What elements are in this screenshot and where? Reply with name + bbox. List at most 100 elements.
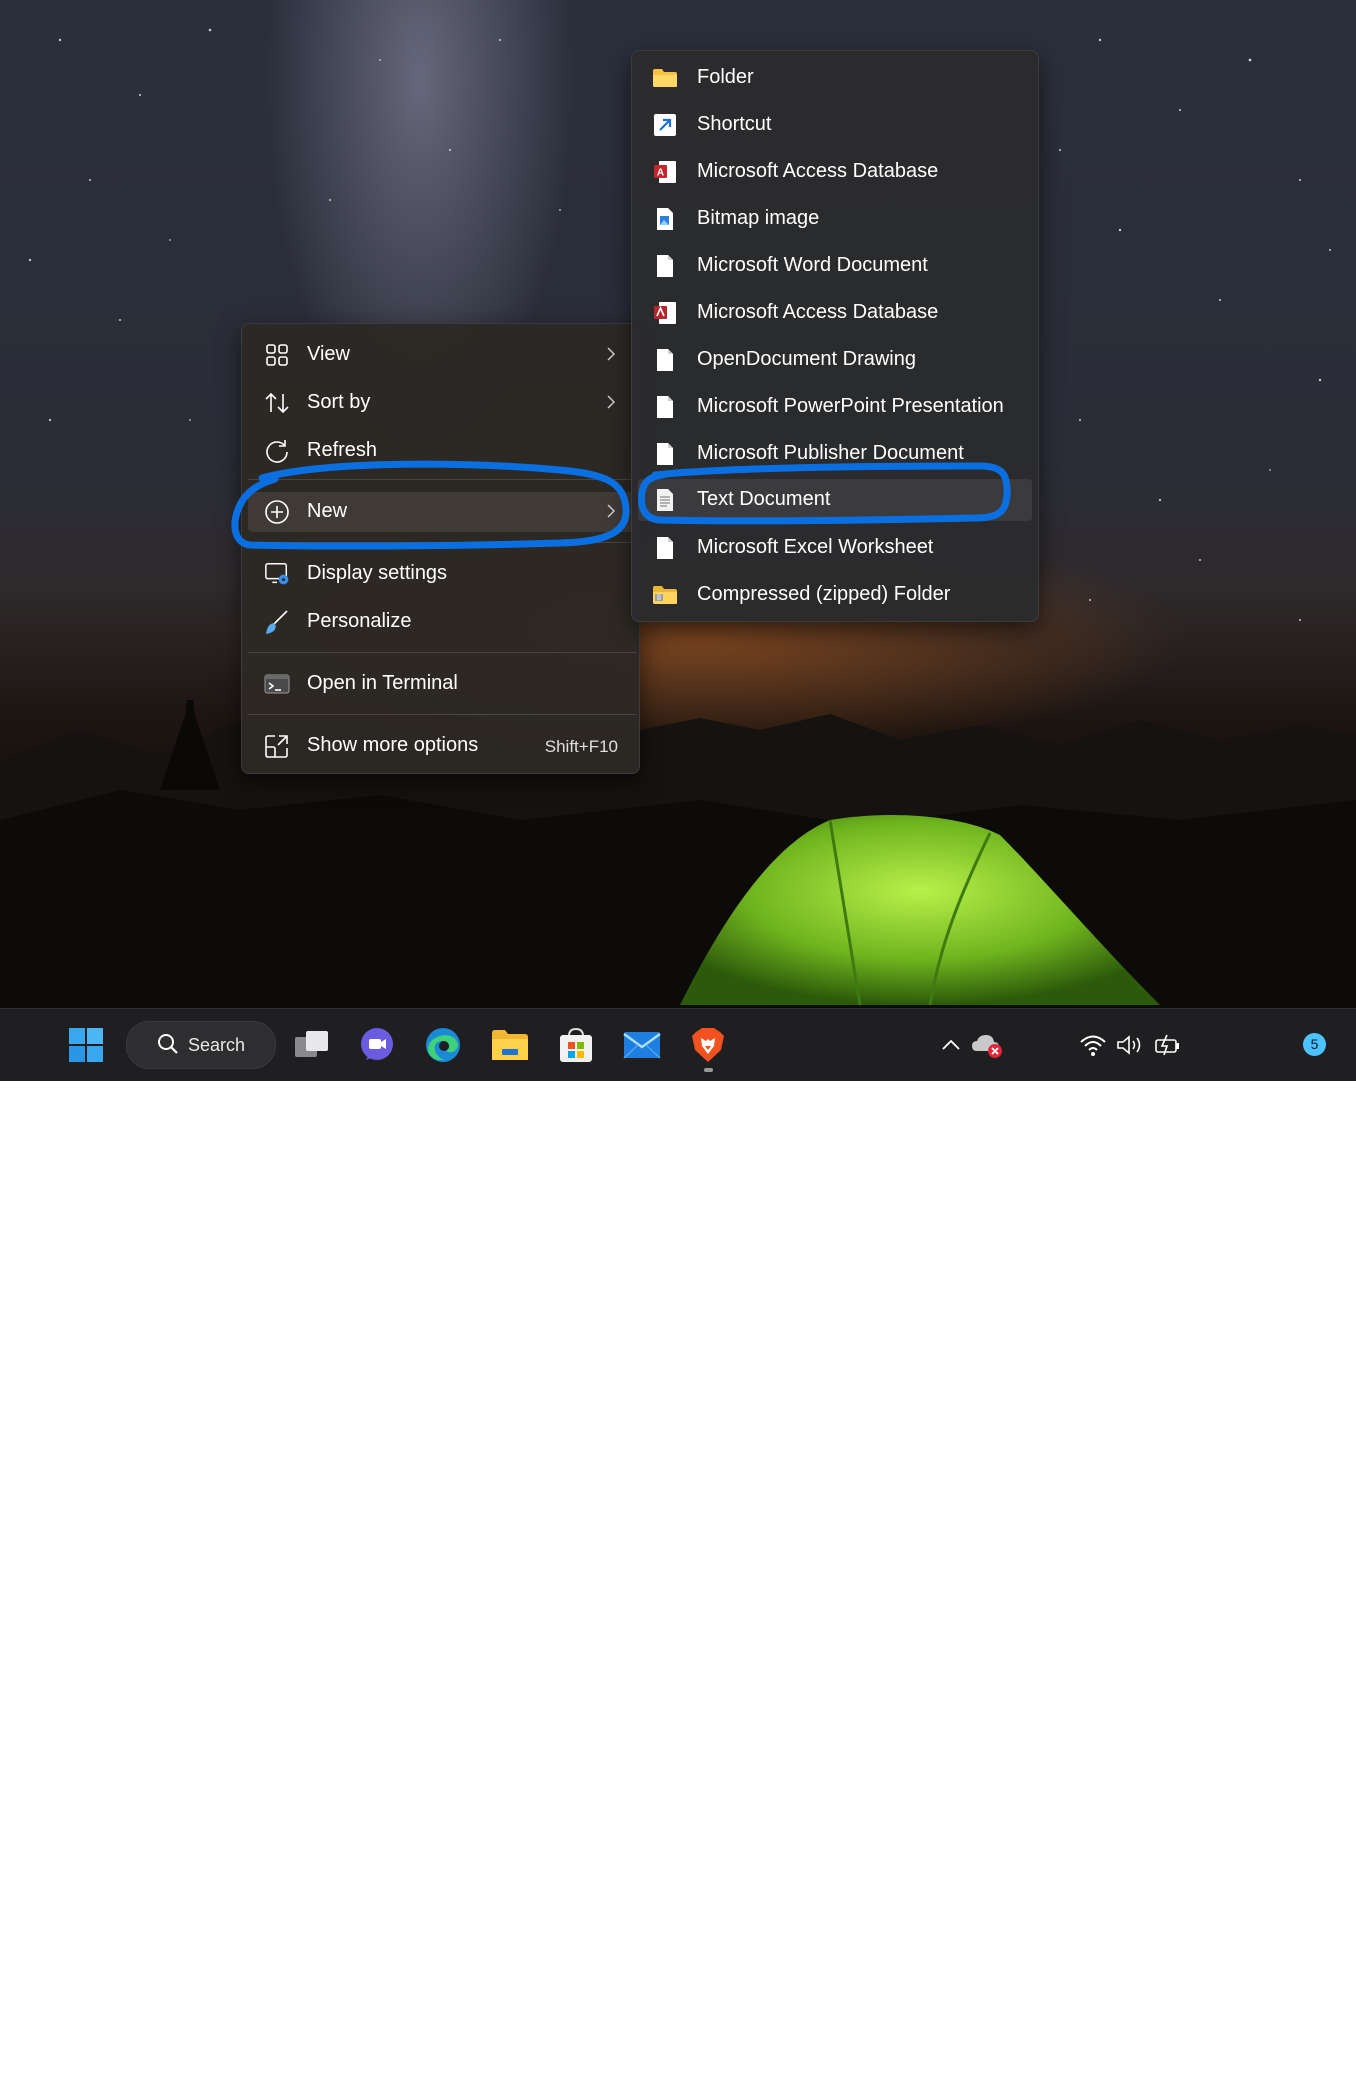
menu-item-sort-by[interactable]: Sort by	[248, 383, 633, 423]
wifi-icon	[1080, 1035, 1106, 1056]
new-submenu: Folder Shortcut A Microsoft Access Datab…	[631, 50, 1039, 622]
mail-icon	[623, 1032, 661, 1059]
menu-item-personalize[interactable]: Personalize	[248, 602, 633, 642]
submenu-item-bitmap-image[interactable]: Bitmap image	[638, 198, 1032, 240]
brave-icon	[692, 1028, 724, 1062]
language-code: ENG	[1018, 2032, 1058, 2052]
task-view-button[interactable]	[292, 1025, 332, 1065]
start-button[interactable]	[66, 1025, 106, 1065]
language-indicator[interactable]: ENG IN	[1016, 2032, 1060, 2076]
battery-charging-icon	[1155, 1034, 1179, 1056]
shortcut-icon	[652, 112, 678, 138]
submenu-item-opendocument-drawing[interactable]: OpenDocument Drawing	[638, 339, 1032, 381]
menu-item-label: Sort by	[307, 391, 371, 413]
submenu-item-label: OpenDocument Drawing	[697, 348, 916, 370]
region-code: IN	[1029, 2055, 1047, 2075]
onedrive-error-icon	[972, 1035, 1002, 1058]
chevron-right-icon	[607, 347, 616, 361]
submenu-item-label: Microsoft Word Document	[697, 254, 928, 276]
chevron-right-icon	[607, 395, 616, 409]
submenu-item-folder[interactable]: Folder	[638, 57, 1032, 99]
clock-time: 11:52 AM	[1239, 2030, 1314, 2050]
document-icon	[652, 394, 678, 420]
clock-date: 12/17/2022	[1223, 2054, 1314, 2074]
access-icon	[652, 300, 678, 326]
taskbar-search[interactable]: Search	[126, 1021, 276, 1069]
menu-item-label: Refresh	[307, 439, 378, 461]
submenu-item-excel-worksheet[interactable]: Microsoft Excel Worksheet	[638, 527, 1032, 569]
glowing-tent	[680, 815, 1160, 1006]
menu-item-label: Open in Terminal	[307, 672, 458, 694]
search-label: Search	[188, 1035, 246, 1055]
svg-text:A: A	[657, 168, 664, 179]
submenu-item-label: Microsoft Publisher Document	[697, 442, 964, 464]
file-explorer-button[interactable]	[490, 1025, 530, 1065]
submenu-item-label: Bitmap image	[697, 207, 820, 229]
bitmap-icon	[652, 206, 678, 232]
submenu-item-label: Microsoft Access Database	[697, 160, 939, 182]
submenu-item-compressed-folder[interactable]: Compressed (zipped) Folder	[638, 574, 1032, 616]
submenu-item-access-database[interactable]: A Microsoft Access Database	[638, 151, 1032, 193]
volume-icon	[1117, 1035, 1141, 1055]
menu-separator	[248, 652, 637, 653]
submenu-item-powerpoint-presentation[interactable]: Microsoft PowerPoint Presentation	[638, 386, 1032, 428]
menu-item-open-in-terminal[interactable]: Open in Terminal	[248, 664, 633, 704]
zip-folder-icon	[652, 582, 678, 608]
menu-separator	[248, 542, 637, 543]
start-icon	[69, 1028, 103, 1062]
document-icon	[652, 347, 678, 373]
show-hidden-icons-button[interactable]	[931, 1025, 971, 1065]
document-icon	[652, 441, 678, 467]
notification-badge[interactable]: 5	[1303, 1033, 1326, 1056]
refresh-icon	[264, 439, 290, 463]
menu-item-label: New	[307, 500, 348, 522]
grid-icon	[264, 343, 290, 367]
terminal-icon	[264, 672, 290, 696]
menu-separator	[248, 479, 637, 480]
menu-item-label: Display settings	[307, 562, 448, 584]
menu-item-view[interactable]: View	[248, 335, 633, 375]
file-explorer-icon	[492, 1030, 528, 1060]
teams-chat-button[interactable]	[357, 1025, 397, 1065]
chevron-up-icon	[942, 1039, 960, 1050]
submenu-item-shortcut[interactable]: Shortcut	[638, 104, 1032, 146]
menu-item-label: View	[307, 343, 350, 365]
desktop-context-menu: View Sort by Refresh New Display setting…	[241, 323, 640, 774]
brush-icon	[264, 610, 290, 635]
submenu-item-label: Microsoft Excel Worksheet	[697, 536, 934, 558]
store-icon	[560, 1027, 592, 1062]
taskbar: Search ENG IN 11:52 AM 12/17/2022	[0, 1008, 1356, 2075]
text-document-icon	[652, 487, 678, 513]
document-icon	[652, 253, 678, 279]
submenu-item-access-database-2[interactable]: Microsoft Access Database	[638, 292, 1032, 334]
task-view-icon	[295, 1031, 328, 1057]
mail-button[interactable]	[622, 1025, 662, 1065]
quick-settings-button[interactable]	[1076, 1025, 1186, 1065]
submenu-item-word-document[interactable]: Microsoft Word Document	[638, 245, 1032, 287]
folder-icon	[652, 65, 678, 91]
submenu-item-label: Text Document	[697, 488, 831, 510]
brave-button[interactable]	[688, 1025, 728, 1065]
submenu-item-publisher-document[interactable]: Microsoft Publisher Document	[638, 433, 1032, 475]
access-icon: A	[652, 159, 678, 185]
edge-button[interactable]	[423, 1025, 463, 1065]
chevron-right-icon	[607, 504, 616, 518]
running-app-indicator	[704, 1068, 713, 1072]
store-button[interactable]	[556, 1025, 596, 1065]
onedrive-status-button[interactable]	[968, 1025, 1008, 1065]
document-icon	[652, 535, 678, 561]
menu-item-label: Personalize	[307, 610, 412, 632]
menu-item-show-more-options[interactable]: Show more options Shift+F10	[248, 726, 633, 766]
menu-item-new[interactable]: New	[248, 492, 633, 532]
display-settings-icon	[264, 562, 290, 586]
submenu-item-text-document[interactable]: Text Document	[638, 479, 1032, 521]
sort-icon	[264, 391, 290, 415]
clock[interactable]: 11:52 AM 12/17/2022	[1196, 2030, 1314, 2075]
menu-item-refresh[interactable]: Refresh	[248, 431, 633, 471]
menu-item-display-settings[interactable]: Display settings	[248, 554, 633, 594]
submenu-item-label: Compressed (zipped) Folder	[697, 583, 951, 605]
more-options-icon	[264, 734, 290, 758]
menu-separator	[248, 714, 637, 715]
edge-icon	[426, 1028, 460, 1062]
menu-item-label: Show more options	[307, 734, 479, 756]
